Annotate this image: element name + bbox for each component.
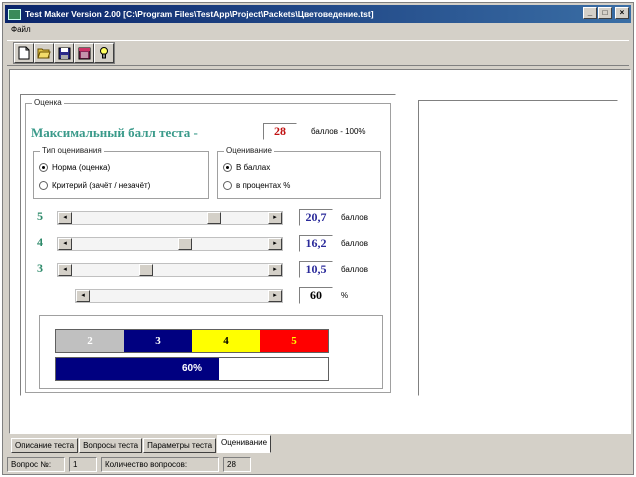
open-folder-icon[interactable] [34,43,54,63]
grade-segment-3: 3 [124,330,192,352]
radio-points-dot[interactable] [223,163,232,172]
grade-5-unit: баллов [341,213,368,222]
max-score-field[interactable]: 28 [263,123,297,140]
slider-thumb[interactable] [206,212,221,224]
hint-icon[interactable] [94,43,114,63]
title-bar[interactable]: Test Maker Version 2.00 [C:\Program File… [5,5,631,23]
app-icon [8,8,21,20]
unit-group: Оценивание [217,146,381,199]
slider-grade-4[interactable]: ◂ ▸ [57,237,283,251]
radio-norm-label: Норма (оценка) [52,163,111,172]
grade-segment-2: 2 [56,330,124,352]
app-window: Test Maker Version 2.00 [C:\Program File… [2,2,634,475]
slider-thumb[interactable] [177,238,192,250]
menu-bar: Файл [7,25,35,39]
slider-left-arrow-icon[interactable]: ◂ [76,290,90,302]
maximize-button[interactable]: □ [598,7,612,19]
status-count-label: Количество вопросов: [101,457,219,472]
tab-strip: Описание теста Вопросы теста Параметры т… [11,435,272,453]
slider-left-arrow-icon[interactable]: ◂ [58,238,72,250]
slider-right-arrow-icon[interactable]: ▸ [268,238,282,250]
slider-right-arrow-icon[interactable]: ▸ [268,290,282,302]
slider-grade-5[interactable]: ◂ ▸ [57,211,283,225]
slider-grade-3[interactable]: ◂ ▸ [57,263,283,277]
grade-5-value[interactable]: 20,7 [299,209,333,226]
unit-group-title: Оценивание [224,146,274,155]
tab-questions[interactable]: Вопросы теста [79,438,143,453]
progress-bar: 60% [55,357,329,381]
status-bar: Вопрос №: 1 Количество вопросов: 28 [7,457,629,474]
tab-description[interactable]: Описание теста [11,438,79,453]
radio-percent[interactable]: в процентах % [223,181,290,190]
preview-panel [418,100,618,396]
slider-left-arrow-icon[interactable]: ◂ [58,264,72,276]
close-button[interactable]: × [615,7,629,19]
grade-label-5: 5 [37,209,43,223]
grade-label-3: 3 [37,261,43,275]
toolbar [7,40,629,66]
grade-segment-5: 5 [260,330,328,352]
rating-group-title: Оценка [32,98,64,107]
menu-file[interactable]: Файл [7,25,35,34]
tab-rating[interactable]: Оценивание [217,435,272,453]
slider-right-arrow-icon[interactable]: ▸ [268,264,282,276]
grade-label-4: 4 [37,235,43,249]
radio-points-label: В баллах [236,163,271,172]
grade-3-unit: баллов [341,265,368,274]
radio-percent-label: в процентах % [236,181,291,190]
grade-color-bar: 2 3 4 5 [55,329,329,353]
grade-4-value[interactable]: 16,2 [299,235,333,252]
grade-4-unit: баллов [341,239,368,248]
calendar-icon[interactable] [74,43,94,63]
tab-parameters[interactable]: Параметры теста [143,438,217,453]
slider-right-arrow-icon[interactable]: ▸ [268,212,282,224]
type-group: Тип оценивания [33,146,209,199]
client-area: Оценка Максимальный балл теста - 28 балл… [9,69,631,434]
slider-percent[interactable]: ◂ ▸ [75,289,283,303]
percent-unit: % [341,291,349,300]
rating-panel: Оценка Максимальный балл теста - 28 балл… [20,94,396,396]
status-question-value: 1 [69,457,97,472]
window-title: Test Maker Version 2.00 [C:\Program File… [25,9,374,19]
save-disk-icon[interactable] [54,43,74,63]
slider-left-arrow-icon[interactable]: ◂ [58,212,72,224]
status-question-label: Вопрос №: [7,457,65,472]
type-group-title: Тип оценивания [40,146,104,155]
radio-percent-dot[interactable] [223,181,232,190]
minimize-button[interactable]: _ [583,7,597,19]
radio-norm-dot[interactable] [39,163,48,172]
progress-text: 60% [181,363,202,374]
grade-segment-4: 4 [192,330,260,352]
radio-criterion[interactable]: Критерий (зачёт / незачёт) [39,181,150,190]
percent-value[interactable]: 60 [299,287,333,304]
status-count-value: 28 [223,457,251,472]
radio-norm[interactable]: Норма (оценка) [39,163,110,172]
radio-points[interactable]: В баллах [223,163,270,172]
points-caption: баллов - 100% [311,127,366,136]
radio-criterion-dot[interactable] [39,181,48,190]
max-score-label: Максимальный балл теста - [31,125,198,140]
slider-thumb[interactable] [139,264,154,276]
radio-criterion-label: Критерий (зачёт / незачёт) [52,181,151,190]
grade-3-value[interactable]: 10,5 [299,261,333,278]
new-doc-icon[interactable] [14,43,34,63]
